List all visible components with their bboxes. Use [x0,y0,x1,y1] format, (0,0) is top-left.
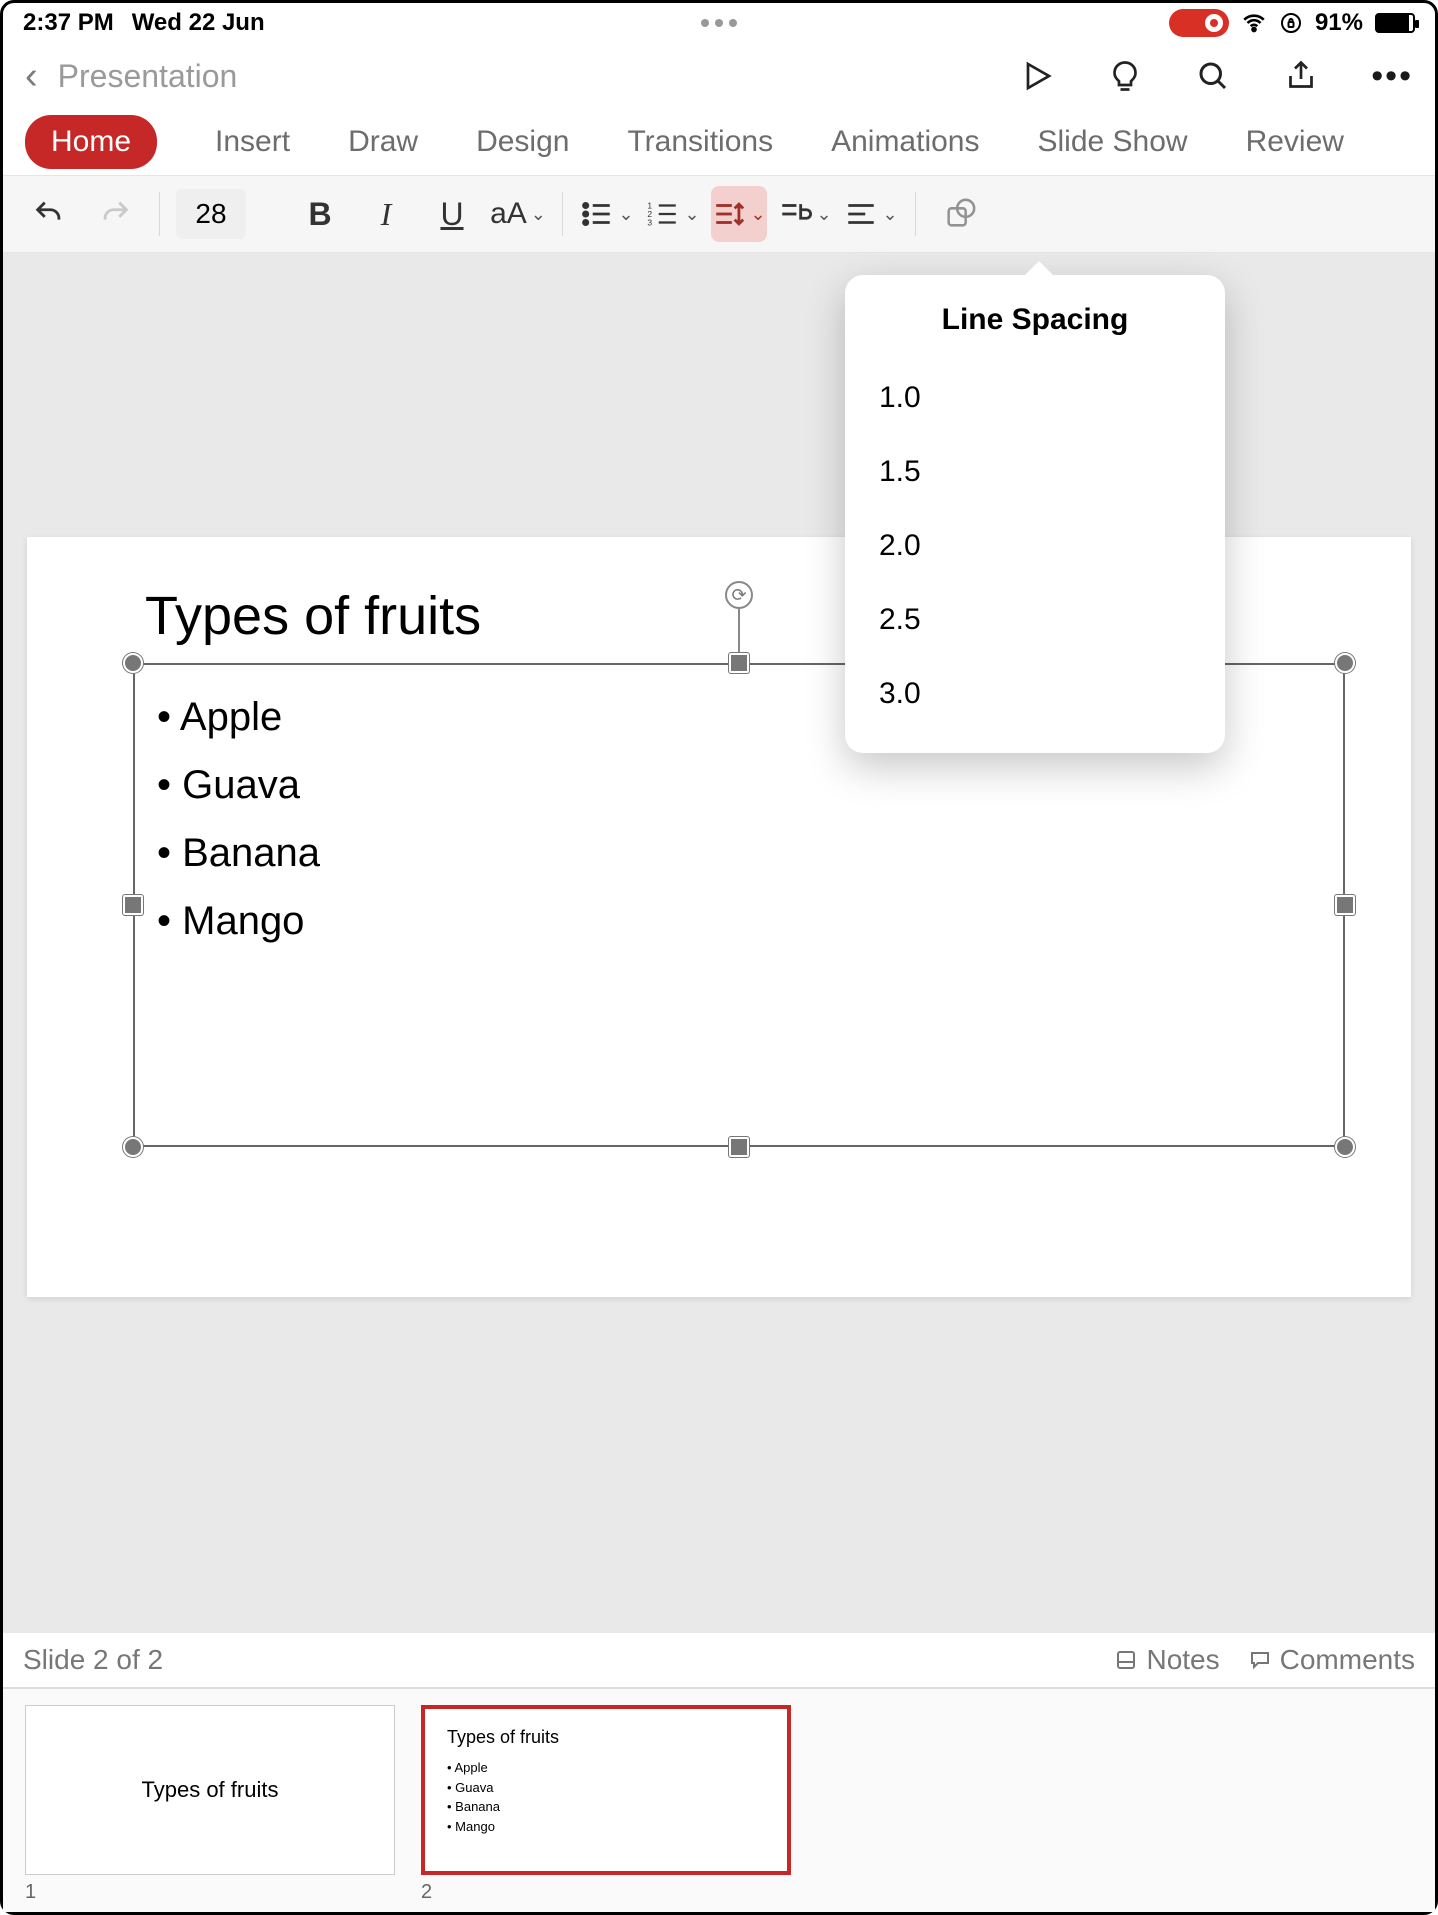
line-spacing-popover: Line Spacing 1.0 1.5 2.0 2.5 3.0 [845,275,1225,753]
search-button[interactable] [1195,58,1231,94]
ideas-button[interactable] [1107,58,1143,94]
resize-handle[interactable] [123,895,143,915]
notes-icon [1114,1648,1138,1672]
toolbar-separator-icon [915,192,916,236]
toolbar-separator-icon [562,192,563,236]
thumbnail-slide-2[interactable]: Types of fruits Apple Guava Banana Mango [421,1705,791,1875]
numbering-button[interactable]: 123⌄ [645,186,701,242]
resize-handle[interactable] [729,653,749,673]
resize-handle[interactable] [729,1137,749,1157]
thumb-bullet: Apple [447,1758,765,1778]
more-button[interactable]: ••• [1371,57,1413,96]
resize-handle[interactable] [123,653,143,673]
bullet-item[interactable]: Apple [157,683,320,751]
line-spacing-option[interactable]: 2.5 [845,583,1225,657]
align-text-button[interactable]: ⌄ [843,186,899,242]
thumb-bullet: Mango [447,1817,765,1837]
ribbon-toolbar: 28 B I U aA⌄ ⌄ 123⌄ ⌄ ⌄ ⌄ [3,175,1435,253]
status-time: 2:37 PM [23,9,114,37]
bold-button[interactable]: B [292,186,348,242]
toolbar-separator-icon [159,192,160,236]
tab-slide-show[interactable]: Slide Show [1037,125,1187,159]
popover-title: Line Spacing [845,303,1225,337]
notes-label: Notes [1146,1644,1219,1676]
resize-handle[interactable] [1335,1137,1355,1157]
resize-handle[interactable] [1335,895,1355,915]
undo-button[interactable] [21,186,77,242]
notes-button[interactable]: Notes [1114,1644,1219,1676]
bullets-button[interactable]: ⌄ [579,186,635,242]
wifi-icon [1241,10,1267,36]
redo-button[interactable] [87,186,143,242]
change-case-button[interactable]: aA⌄ [490,186,546,242]
thumb-number: 1 [25,1881,395,1904]
line-spacing-option[interactable]: 2.0 [845,509,1225,583]
comments-label: Comments [1280,1644,1415,1676]
battery-icon [1375,13,1415,33]
slide-title-text[interactable]: Types of fruits [145,585,481,647]
line-spacing-option[interactable]: 1.0 [845,361,1225,435]
thumb-title: Types of fruits [142,1777,279,1803]
slide-thumbnails: Types of fruits 1 Types of fruits Apple … [3,1687,1435,1912]
thumb-bullet: Banana [447,1797,765,1817]
share-button[interactable] [1283,58,1319,94]
tab-home[interactable]: Home [25,115,157,169]
status-bar: 2:37 PM Wed 22 Jun 91% [3,3,1435,43]
svg-text:3: 3 [648,217,653,227]
tab-design[interactable]: Design [476,125,569,159]
slide-counter: Slide 2 of 2 [23,1644,163,1676]
bullet-item[interactable]: Mango [157,887,320,955]
bullet-list[interactable]: Apple Guava Banana Mango [157,683,320,955]
tab-review[interactable]: Review [1246,125,1344,159]
ribbon-tabs: Home Insert Draw Design Transitions Anim… [3,109,1435,175]
tab-draw[interactable]: Draw [348,125,418,159]
underline-button[interactable]: U [424,186,480,242]
line-spacing-button[interactable]: ⌄ [711,186,767,242]
italic-button[interactable]: I [358,186,414,242]
resize-handle[interactable] [123,1137,143,1157]
thumb-number: 2 [421,1881,791,1904]
thumb-bullet: Guava [447,1778,765,1798]
bullet-item[interactable]: Banana [157,819,320,887]
shapes-button[interactable] [932,186,988,242]
slide-canvas[interactable]: Types of fruits ⟳ Apple Guava Banana Man… [3,253,1435,1633]
battery-percent: 91% [1315,9,1363,37]
multitask-dot-icon [729,19,737,27]
screen-record-indicator-icon [1169,9,1229,37]
thumbnail-slide-1[interactable]: Types of fruits [25,1705,395,1875]
comments-icon [1248,1648,1272,1672]
resize-handle[interactable] [1335,653,1355,673]
tab-insert[interactable]: Insert [215,125,290,159]
multitask-dot-icon [701,19,709,27]
line-spacing-option[interactable]: 3.0 [845,657,1225,731]
app-header: ‹ Presentation ••• [3,43,1435,109]
comments-button[interactable]: Comments [1248,1644,1415,1676]
multitask-dot-icon [715,19,723,27]
thumb-title: Types of fruits [447,1727,765,1748]
document-title[interactable]: Presentation [58,58,1020,95]
text-direction-button[interactable]: ⌄ [777,186,833,242]
play-slideshow-button[interactable] [1019,58,1055,94]
tab-animations[interactable]: Animations [831,125,979,159]
line-spacing-option[interactable]: 1.5 [845,435,1225,509]
rotation-handle[interactable]: ⟳ [725,581,753,609]
orientation-lock-icon [1279,11,1303,35]
font-size-input[interactable]: 28 [176,189,246,239]
status-date: Wed 22 Jun [132,9,265,37]
tab-transitions[interactable]: Transitions [627,125,773,159]
bottom-status-bar: Slide 2 of 2 Notes Comments [3,1635,1435,1685]
back-button[interactable]: ‹ [25,55,38,98]
bullet-item[interactable]: Guava [157,751,320,819]
